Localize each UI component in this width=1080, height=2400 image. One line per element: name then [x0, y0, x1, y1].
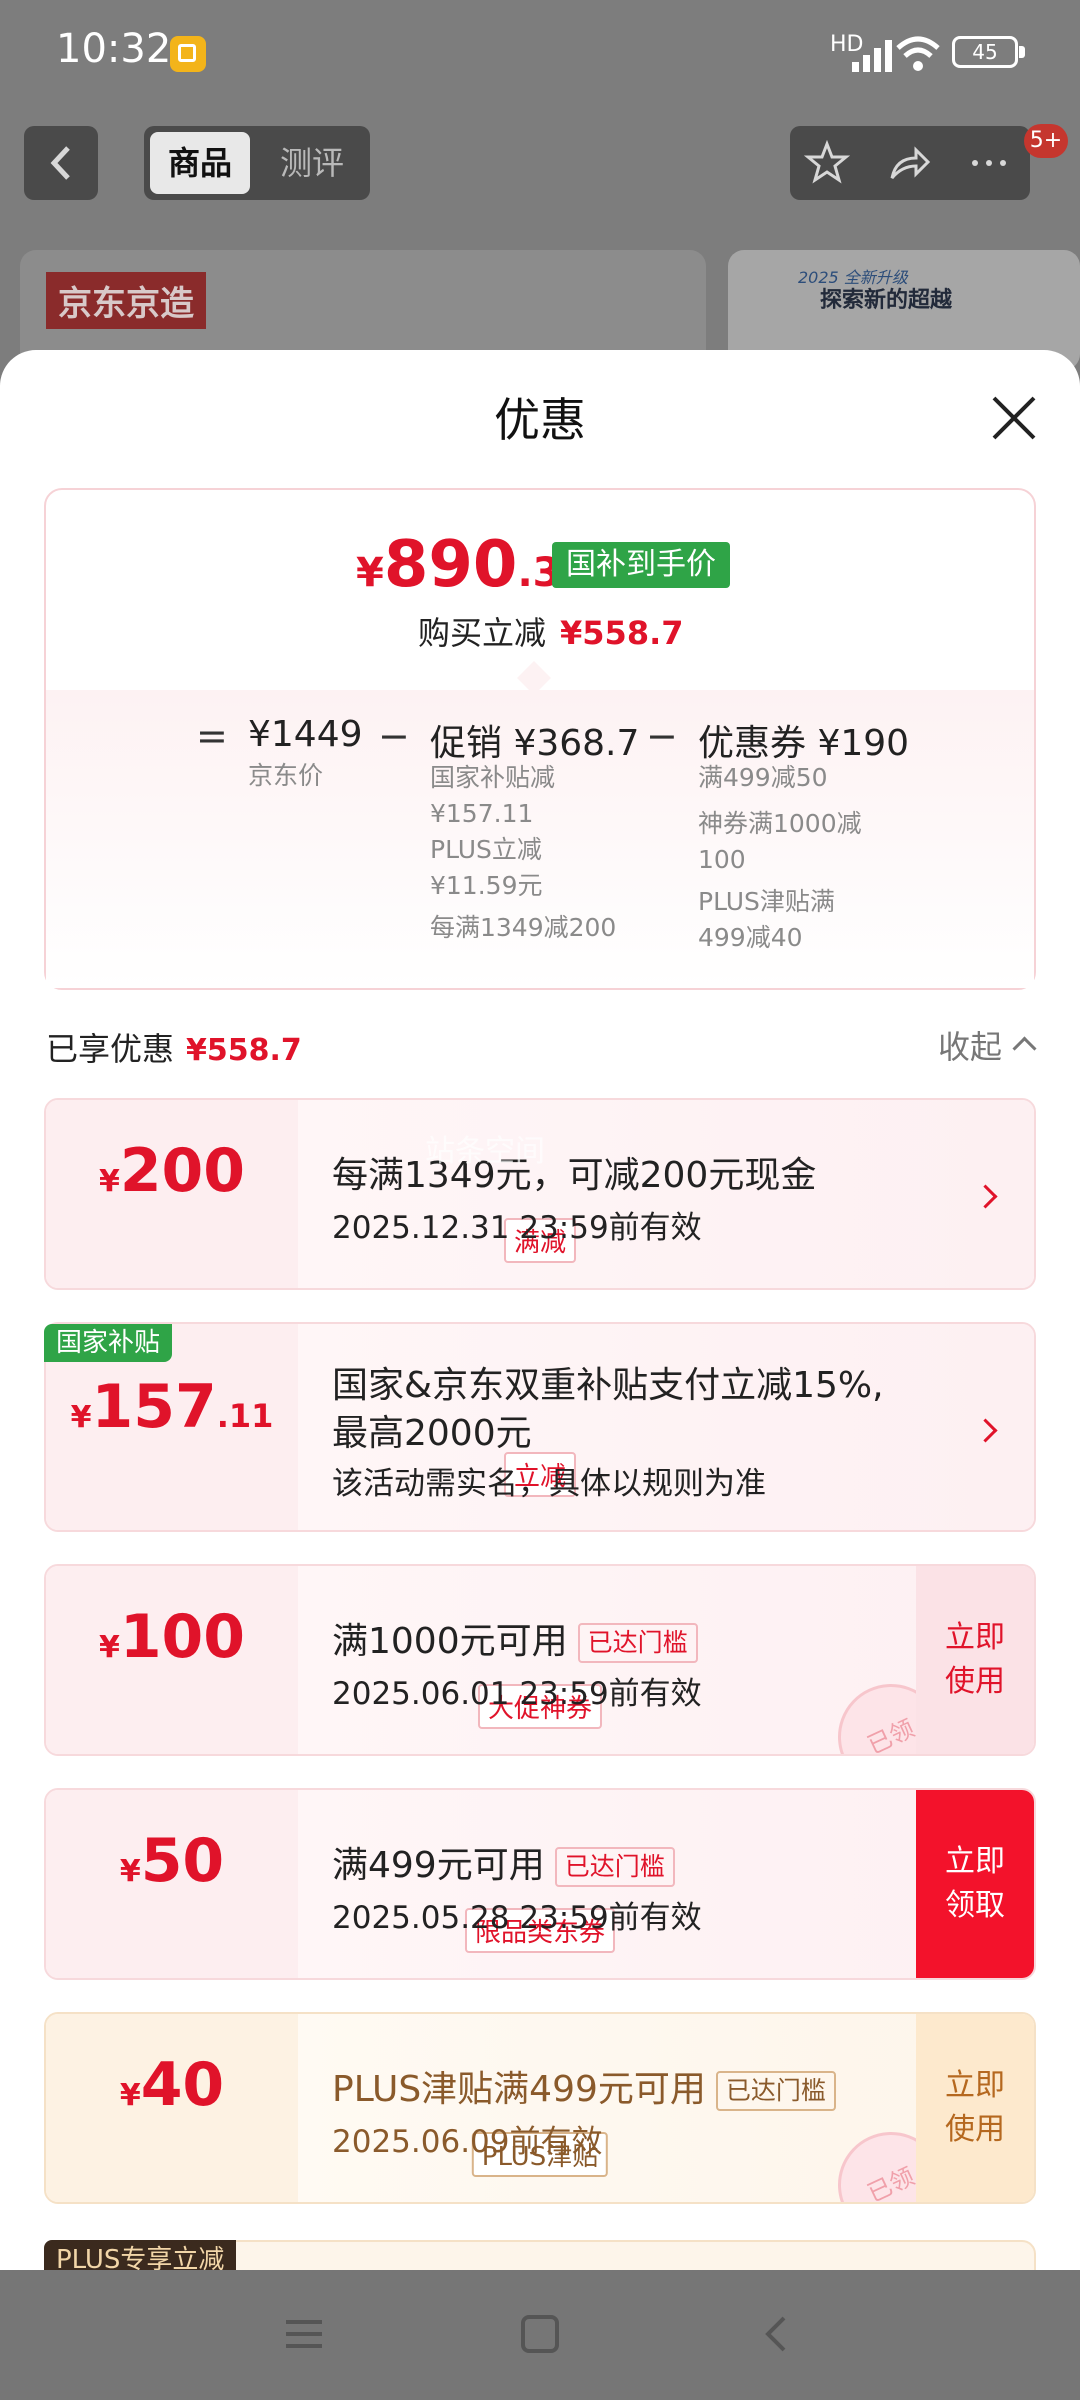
threshold-met-tag: 已达门槛 — [715, 2071, 836, 2111]
promotion-detail-line: ¥157.11 — [430, 799, 534, 828]
coupon-amount-value: 50 — [140, 1826, 225, 1896]
coupon-detail-line: 神券满1000减 — [698, 809, 862, 838]
coupon-title: 满1000元可用 已达门槛 — [332, 1612, 698, 1664]
home-icon[interactable] — [520, 2314, 560, 2354]
threshold-met-tag: 已达门槛 — [554, 1847, 675, 1887]
use-now-label: 立即使用 — [945, 2068, 1005, 2147]
national-subsidy-flag: 国家补贴 — [44, 1324, 173, 1362]
claim-now-label: 立即领取 — [945, 1844, 1005, 1923]
price-symbol: ¥ — [356, 550, 384, 596]
enjoyed-discount: 已享优惠 ¥558.7 — [46, 1024, 302, 1070]
coupon-card[interactable]: ¥100 大促神券 满1000元可用 已达门槛 2025.06.01 23:59前… — [44, 1564, 1036, 1756]
currency-symbol: ¥ — [98, 1164, 120, 1199]
back-nav-icon[interactable] — [756, 2314, 796, 2354]
coupon-validity: 2025.12.31 23:59前有效 — [332, 1210, 702, 1246]
coupon-title: 每满1349元，可减200元现金 — [332, 1155, 817, 1196]
jd-price-value: ¥1449 — [248, 714, 363, 755]
header-actions — [790, 126, 1030, 200]
brand-logo-text: 京东京造 — [46, 272, 206, 329]
instant-discount-line: 购买立减 ¥558.7 — [418, 608, 684, 654]
sheet-title: 优惠 — [494, 393, 586, 447]
coupon-amount: ¥50 — [46, 1826, 298, 1896]
coupon-details: 满499减50 神券满1000减 100 PLUS津贴满 499减40 — [698, 760, 898, 956]
battery-tip — [1019, 46, 1025, 58]
coupon-validity: 2025.06.09前有效 — [332, 2124, 603, 2160]
use-now-button[interactable]: 立即使用 — [916, 2014, 1034, 2202]
promotion-detail-line: 每满1349减200 — [430, 913, 617, 942]
gallery-notification-icon — [170, 36, 206, 72]
coupon-detail-line: PLUS津贴满 — [698, 887, 835, 916]
claim-now-button[interactable]: 立即领取 — [916, 1790, 1034, 1978]
coupon-amount: ¥200 — [46, 1136, 298, 1206]
instant-discount-value: ¥558.7 — [560, 614, 684, 652]
coupon-amount-value: 157 — [91, 1372, 217, 1442]
coupon-detail-line: 499减40 — [698, 923, 803, 952]
coupon-note: 该活动需实名，具体以规则为准 — [332, 1466, 766, 1502]
close-icon[interactable] — [988, 392, 1040, 444]
coupon-card[interactable]: ¥157.11 立减 国家&京东双重补贴支付立减15%, 最高2000元 该活动… — [44, 1322, 1036, 1532]
coupon-amount: ¥100 — [46, 1602, 298, 1672]
currency-symbol: ¥ — [119, 1854, 141, 1889]
subsidy-price-tag: 国补到手价 — [552, 542, 730, 588]
promotion-detail-line: ¥11.59元 — [430, 871, 543, 900]
coupon-card[interactable]: ¥40 PLUS津贴 PLUS津贴满499元可用 已达门槛 2025.06.09前… — [44, 2012, 1036, 2204]
back-arrow-icon — [50, 146, 70, 180]
jd-price-label: 京东价 — [248, 761, 324, 790]
promotion-detail-line: 国家补贴减 — [430, 763, 556, 792]
more-icon[interactable] — [966, 140, 1012, 186]
status-time: 10:32 — [56, 26, 172, 72]
coupon-amount-value: 100 — [119, 1602, 246, 1672]
menu-icon[interactable] — [284, 2314, 324, 2354]
tab-product[interactable]: 商品 — [150, 132, 250, 194]
coupon-amount: ¥40 — [46, 2050, 298, 2120]
coupon-amount-decimal: .11 — [216, 1397, 274, 1435]
coupon-title-text: PLUS津贴满499元可用 — [332, 2069, 706, 2110]
coupon-total: 优惠券 ¥190 — [698, 723, 910, 764]
coupon-validity: 2025.06.01 23:59前有效 — [332, 1676, 702, 1712]
coupon-title-line-2: 最高2000元 — [332, 1413, 532, 1454]
coupon-amount-value: 200 — [119, 1136, 246, 1206]
threshold-met-tag: 已达门槛 — [577, 1623, 698, 1663]
coupon-amount: ¥157.11 — [46, 1372, 298, 1442]
coupon-card[interactable]: ¥50 限品类东券 满499元可用 已达门槛 2025.05.28 23:59前有… — [44, 1788, 1036, 1980]
coupon-detail-line: 100 — [698, 845, 746, 874]
promotion-detail-line: PLUS立减 — [430, 835, 542, 864]
enjoyed-discount-label: 已享优惠 — [46, 1030, 175, 1068]
back-button[interactable] — [24, 126, 98, 200]
watermark-text: 站条空间 — [425, 1134, 545, 1169]
instant-discount-label: 购买立减 — [418, 614, 547, 652]
share-icon[interactable] — [886, 140, 932, 186]
coupon-validity: 2025.05.28 23:59前有效 — [332, 1900, 702, 1936]
minus-sign: − — [646, 714, 678, 758]
battery-icon: 45 — [952, 36, 1018, 68]
use-now-label: 立即使用 — [945, 1620, 1005, 1699]
currency-symbol: ¥ — [70, 1400, 92, 1435]
coupon-title-text: 满499元可用 — [332, 1845, 545, 1886]
tab-review[interactable]: 测评 — [262, 132, 362, 194]
banner-title: 探索新的超越 — [820, 288, 953, 313]
collapse-button[interactable]: 收起 — [938, 1022, 1002, 1068]
coupon-amount-value: 40 — [140, 2050, 225, 2120]
price-integer: 890 — [383, 528, 518, 602]
currency-symbol: ¥ — [119, 2078, 141, 2113]
equals-sign: = — [196, 714, 228, 758]
coupon-detail-line: 满499减50 — [698, 763, 828, 792]
currency-symbol: ¥ — [98, 1630, 120, 1665]
status-bar: 10:32 HD 45 — [0, 0, 1080, 110]
star-icon[interactable] — [804, 140, 850, 186]
coupon-title: PLUS津贴满499元可用 已达门槛 — [332, 2060, 836, 2112]
final-price: ¥890.3 — [356, 528, 560, 602]
coupon-title: 国家&京东双重补贴支付立减15%, — [332, 1365, 884, 1406]
coupon-title: 满499元可用 已达门槛 — [332, 1836, 675, 1888]
enjoyed-discount-value: ¥558.7 — [186, 1033, 302, 1068]
promotion-total: 促销 ¥368.7 — [430, 723, 640, 764]
use-now-button[interactable]: 立即使用 — [916, 1566, 1034, 1754]
promotion-details: 国家补贴减 ¥157.11 PLUS立减 ¥11.59元 每满1349减200 — [430, 760, 650, 946]
coupon-title-text: 满1000元可用 — [332, 1621, 568, 1662]
wifi-icon — [896, 36, 940, 71]
message-count-badge: 5+ — [1024, 124, 1068, 158]
minus-sign: − — [378, 714, 410, 758]
